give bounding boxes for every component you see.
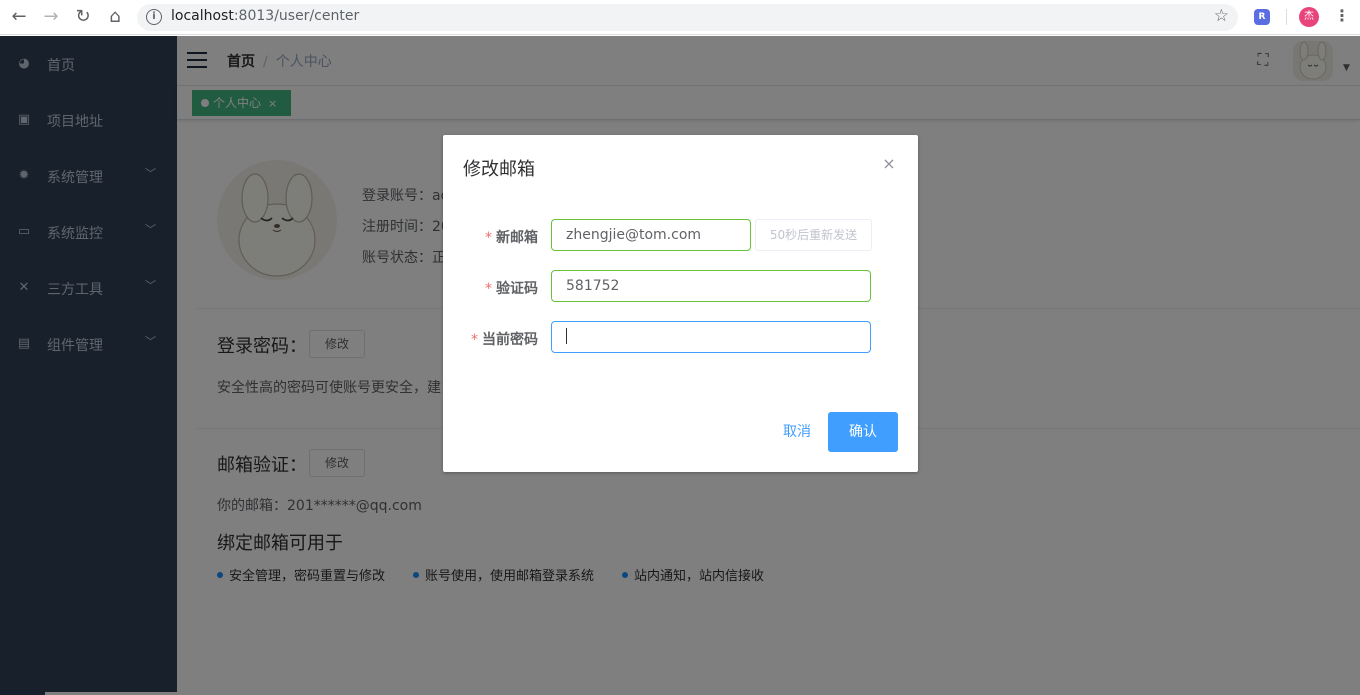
browser-menu-icon[interactable]: ⋮ (1334, 6, 1350, 25)
extension-icon[interactable]: R (1254, 9, 1270, 25)
required-asterisk: * (471, 332, 478, 348)
current-password-label: * 当前密码 (471, 332, 538, 348)
cancel-button[interactable]: 取消 (769, 413, 825, 451)
verify-code-label: * 验证码 (485, 281, 538, 297)
new-email-input[interactable]: zhengjie@tom.com (551, 219, 751, 251)
text-caret (566, 328, 567, 344)
forward-icon[interactable]: → (40, 6, 62, 28)
site-info-icon[interactable]: i (146, 9, 162, 25)
verify-code-input[interactable]: 581752 (551, 270, 871, 302)
address-bar[interactable]: i localhost:8013/user/center ☆ (137, 4, 1238, 31)
close-icon[interactable]: × (881, 154, 897, 173)
resend-code-button[interactable]: 50秒后重新发送 (755, 219, 872, 251)
browser-toolbar: ← → ↻ ⌂ i localhost:8013/user/center ☆ R… (0, 0, 1360, 35)
home-icon[interactable]: ⌂ (104, 6, 126, 28)
required-asterisk: * (485, 281, 492, 297)
toolbar-divider (1286, 9, 1287, 25)
confirm-button[interactable]: 确认 (828, 412, 898, 452)
new-email-label: * 新邮箱 (485, 230, 538, 246)
url-text[interactable]: localhost:8013/user/center (171, 8, 359, 24)
change-email-dialog: 修改邮箱 × * 新邮箱 zhengjie@tom.com 50秒后重新发送 * 验… (443, 135, 918, 472)
profile-avatar[interactable]: 杰 (1299, 7, 1319, 27)
back-icon[interactable]: ← (8, 6, 30, 28)
required-asterisk: * (485, 230, 492, 246)
reload-icon[interactable]: ↻ (72, 6, 94, 28)
bookmark-star-icon[interactable]: ☆ (1214, 6, 1229, 26)
dialog-title: 修改邮箱 (463, 159, 535, 180)
current-password-input[interactable] (551, 321, 871, 353)
